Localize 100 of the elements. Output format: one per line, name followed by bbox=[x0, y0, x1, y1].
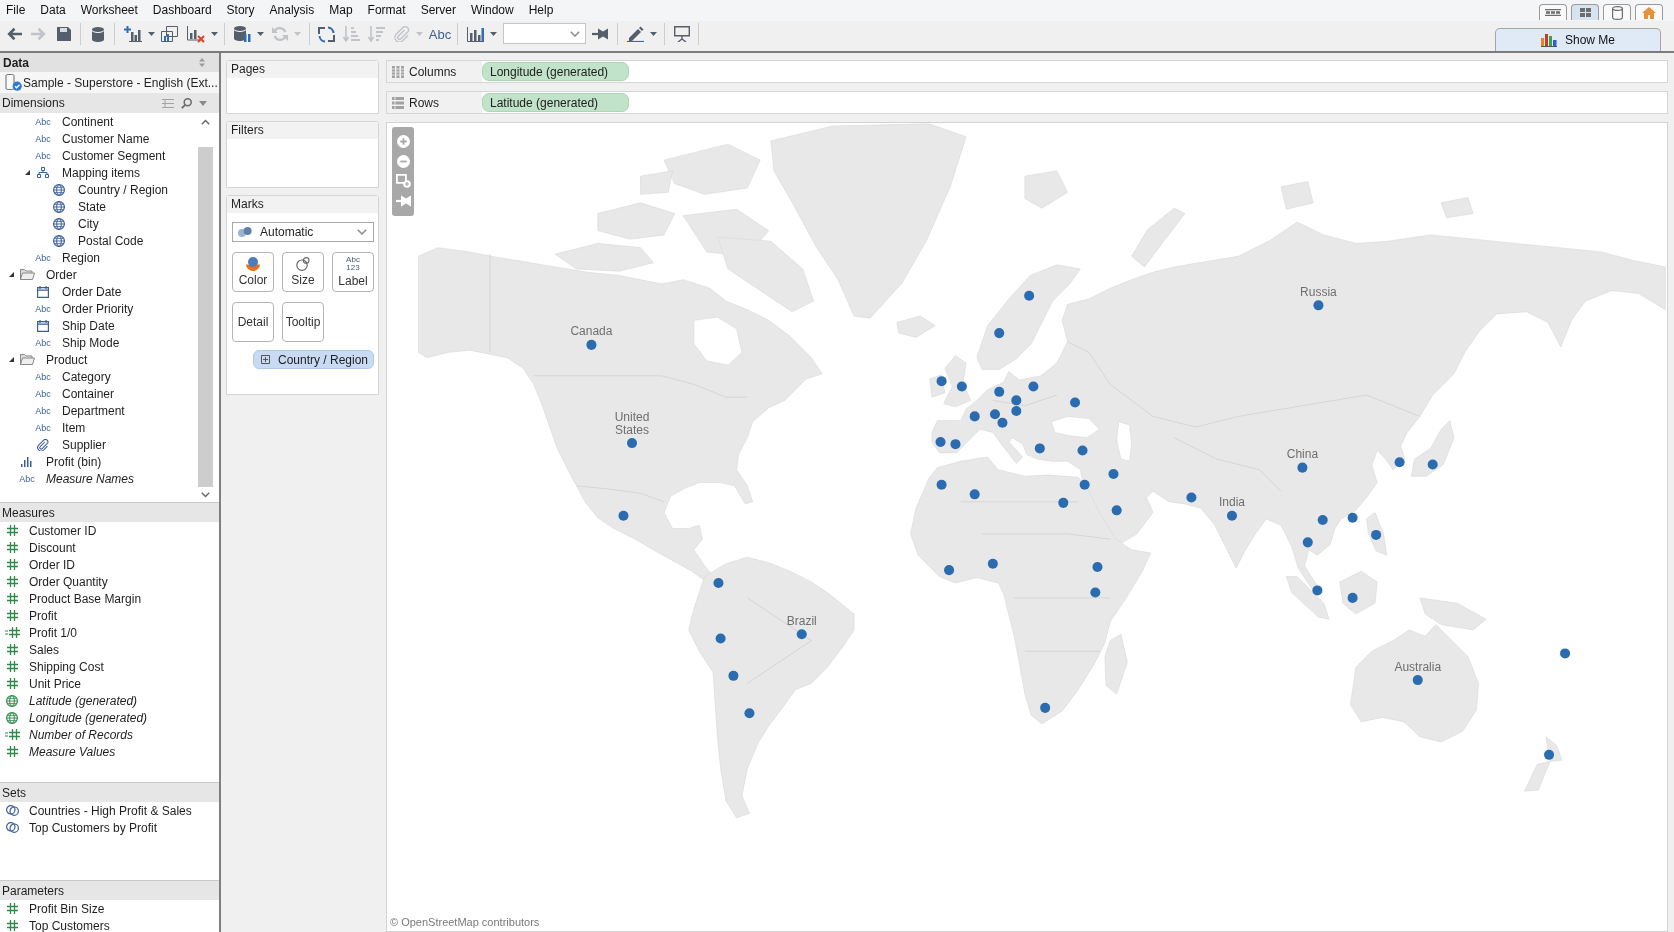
field-item[interactable]: Countries - High Profit & Sales bbox=[0, 802, 219, 819]
detail-button[interactable]: Detail bbox=[232, 302, 274, 342]
calendar-icon bbox=[37, 285, 49, 298]
field-item[interactable]: Order Date bbox=[0, 283, 198, 300]
field-item[interactable]: Postal Code bbox=[0, 232, 198, 249]
show-me-button[interactable]: Show Me bbox=[1495, 28, 1661, 51]
menu-item[interactable]: Data bbox=[40, 0, 66, 21]
globe-icon bbox=[53, 183, 65, 196]
menu-item[interactable]: Format bbox=[367, 0, 406, 21]
hash-icon bbox=[6, 644, 18, 655]
scrollbar-thumb[interactable] bbox=[198, 147, 213, 487]
menu-item[interactable]: Map bbox=[329, 0, 353, 21]
label-button[interactable]: Abc 123 Label bbox=[332, 252, 374, 292]
field-item[interactable]: Shipping Cost bbox=[0, 658, 219, 675]
country-label: Brazil bbox=[786, 614, 817, 628]
field-pill[interactable]: Longitude (generated) bbox=[482, 62, 629, 81]
data-source-item[interactable]: Sample - Superstore - English (Ext... bbox=[0, 72, 219, 93]
color-button[interactable]: Color bbox=[232, 252, 274, 292]
menu-item[interactable]: Window bbox=[470, 0, 514, 21]
field-item[interactable]: Product Base Margin bbox=[0, 590, 219, 607]
field-item[interactable]: Sales bbox=[0, 641, 219, 658]
triangle-icon[interactable] bbox=[8, 272, 14, 277]
hash-icon bbox=[6, 678, 18, 689]
field-item[interactable]: Top Customers by Profit bbox=[0, 819, 219, 836]
country-label: Canada bbox=[570, 325, 613, 339]
field-item[interactable]: Order ID bbox=[0, 556, 219, 573]
map-marker bbox=[1317, 514, 1328, 525]
menu-item[interactable]: Help bbox=[528, 0, 554, 21]
field-item[interactable]: Abc Category bbox=[0, 368, 198, 385]
tooltip-button[interactable]: Tooltip bbox=[282, 302, 324, 342]
field-item[interactable]: Mapping items bbox=[0, 164, 198, 181]
field-item[interactable]: State bbox=[0, 198, 198, 215]
menu-item[interactable]: Analysis bbox=[269, 0, 315, 21]
search-icon[interactable] bbox=[181, 97, 192, 109]
field-item[interactable]: Abc Order Priority bbox=[0, 300, 198, 317]
map-marker bbox=[1394, 457, 1405, 468]
card-title: Pages bbox=[227, 61, 378, 78]
field-item[interactable]: Longitude (generated) bbox=[0, 709, 219, 726]
field-item[interactable]: City bbox=[0, 215, 198, 232]
data-source-tab[interactable] bbox=[1603, 4, 1631, 20]
size-circles-icon bbox=[296, 257, 310, 271]
map-marker bbox=[950, 439, 961, 450]
plus-box-icon[interactable] bbox=[261, 355, 270, 364]
menu-item[interactable]: Dashboard bbox=[152, 0, 212, 21]
field-item[interactable]: Country / Region bbox=[0, 181, 198, 198]
field-item[interactable]: Supplier bbox=[0, 436, 198, 453]
field-pill[interactable]: Latitude (generated) bbox=[482, 93, 629, 112]
mark-type-dropdown[interactable]: Automatic bbox=[232, 222, 374, 242]
menu-item[interactable]: File bbox=[6, 0, 26, 21]
field-item[interactable]: Customer ID bbox=[0, 522, 219, 539]
menu-item[interactable]: Worksheet bbox=[80, 0, 138, 21]
field-item[interactable]: Measure Values bbox=[0, 743, 219, 760]
swap-arrows-icon bbox=[318, 25, 335, 43]
field-item[interactable]: Abc Department bbox=[0, 402, 198, 419]
show-labels-button[interactable]: Abc bbox=[427, 22, 453, 46]
country-label: United States bbox=[614, 410, 650, 437]
field-item[interactable]: Profit (bin) bbox=[0, 453, 198, 470]
start-page-tab[interactable] bbox=[1635, 4, 1663, 20]
section-title: Sets bbox=[2, 785, 26, 800]
field-item[interactable]: Profit Bin Size bbox=[0, 900, 219, 917]
rows-icon bbox=[392, 96, 404, 109]
sheet-sorter-tab[interactable] bbox=[1571, 4, 1599, 20]
field-item[interactable]: Abc Customer Segment bbox=[0, 147, 198, 164]
field-item[interactable]: Latitude (generated) bbox=[0, 692, 219, 709]
hierarchy-icon bbox=[37, 167, 49, 178]
field-item[interactable]: Ship Date bbox=[0, 317, 198, 334]
field-item[interactable]: Abc Ship Mode bbox=[0, 334, 198, 351]
field-item[interactable]: Unit Price bbox=[0, 675, 219, 692]
field-item[interactable]: Top Customers bbox=[0, 917, 219, 932]
database-bars-icon bbox=[234, 26, 251, 42]
field-item[interactable]: Abc Measure Names bbox=[0, 470, 198, 487]
field-item[interactable]: Discount bbox=[0, 539, 219, 556]
hash-icon bbox=[6, 610, 18, 621]
field-item[interactable]: Abc Region bbox=[0, 249, 198, 266]
menu-item[interactable]: Server bbox=[420, 0, 456, 21]
field-item[interactable]: Abc Item bbox=[0, 419, 198, 436]
map-marker bbox=[1427, 459, 1438, 470]
globe-icon bbox=[53, 217, 65, 230]
triangle-icon[interactable] bbox=[8, 357, 14, 362]
field-item[interactable]: Number of Records bbox=[0, 726, 219, 743]
map-marker bbox=[1111, 505, 1122, 516]
field-item[interactable]: Abc Customer Name bbox=[0, 130, 198, 147]
field-pill[interactable]: Country / Region bbox=[253, 350, 374, 369]
map-marker bbox=[936, 376, 947, 387]
field-item[interactable]: Profit bbox=[0, 607, 219, 624]
caret-icon[interactable] bbox=[199, 100, 207, 106]
field-item[interactable]: Abc Continent bbox=[0, 113, 198, 130]
bar-chart-icon bbox=[1541, 33, 1557, 47]
map-marker bbox=[713, 577, 724, 588]
field-item[interactable]: Profit 1/0 bbox=[0, 624, 219, 641]
paperclip-icon bbox=[37, 438, 49, 451]
map-marker bbox=[994, 328, 1005, 339]
menu-item[interactable]: Story bbox=[226, 0, 255, 21]
field-item[interactable]: Abc Container bbox=[0, 385, 198, 402]
field-item[interactable]: Order Quantity bbox=[0, 573, 219, 590]
filmstrip-tab[interactable] bbox=[1539, 4, 1567, 20]
size-button[interactable]: Size bbox=[282, 252, 324, 292]
field-item[interactable]: Product bbox=[0, 351, 198, 368]
field-item[interactable]: Order bbox=[0, 266, 198, 283]
triangle-icon[interactable] bbox=[24, 170, 30, 175]
